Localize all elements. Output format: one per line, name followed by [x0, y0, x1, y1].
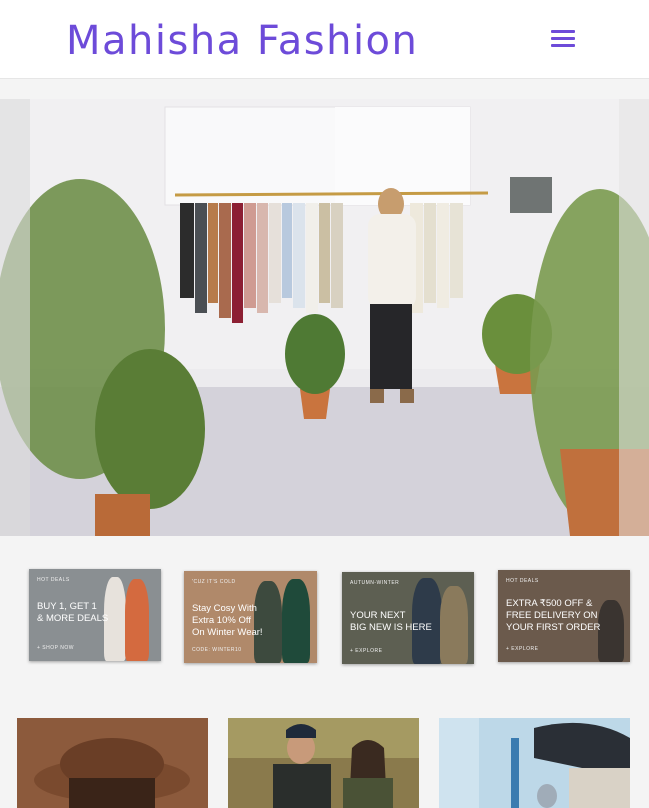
clothing-store-interior-photo: [0, 99, 649, 536]
couple-in-jackets-photo: [228, 718, 419, 808]
promo-tag: HOT DEALS: [37, 577, 70, 583]
hero-banner: [0, 99, 649, 536]
promo-line: FREE DELIVERY ON: [506, 610, 598, 621]
promo-card[interactable]: 'CUZ IT'S COLD Stay Cosy With Extra 10% …: [184, 571, 317, 663]
promo-tag: 'CUZ IT'S COLD: [192, 579, 236, 585]
promo-card[interactable]: AUTUMN-WINTER YOUR NEXT BIG NEW IS HERE …: [342, 572, 474, 664]
brand-logo[interactable]: Mahisha Fashion: [66, 18, 418, 64]
promo-line: EXTRA ₹500 OFF &: [506, 598, 593, 609]
promo-line: Extra 10% Off: [192, 615, 251, 626]
menu-bar: [551, 37, 575, 40]
hamburger-menu-icon[interactable]: [549, 26, 577, 50]
promo-cta: CODE: WINTER10: [192, 647, 242, 653]
product-card-row: [0, 718, 649, 808]
promo-cta[interactable]: + EXPLORE: [350, 648, 382, 654]
promo-cta[interactable]: + EXPLORE: [506, 646, 538, 652]
promo-line: YOUR FIRST ORDER: [506, 622, 601, 633]
menu-bar: [551, 30, 575, 33]
promo-line: On Winter Wear!: [192, 627, 263, 638]
promo-banner-row: HOT DEALS BUY 1, GET 1 & MORE DEALS + SH…: [0, 560, 649, 670]
product-card[interactable]: [228, 718, 419, 808]
promo-line: BUY 1, GET 1: [37, 601, 97, 612]
product-card[interactable]: [17, 718, 208, 808]
menu-bar: [551, 44, 575, 47]
promo-card[interactable]: HOT DEALS EXTRA ₹500 OFF & FREE DELIVERY…: [498, 570, 630, 662]
street-store-photo: [439, 718, 630, 808]
promo-tag: AUTUMN-WINTER: [350, 580, 400, 586]
model-with-hat-photo: [17, 718, 208, 808]
promo-line: YOUR NEXT: [350, 610, 406, 621]
promo-line: & MORE DEALS: [37, 613, 109, 624]
product-card[interactable]: [439, 718, 630, 808]
promo-cta[interactable]: + SHOP NOW: [37, 645, 74, 651]
site-header: Mahisha Fashion: [0, 0, 649, 79]
promo-card[interactable]: HOT DEALS BUY 1, GET 1 & MORE DEALS + SH…: [29, 569, 161, 661]
promo-line: Stay Cosy With: [192, 603, 257, 614]
promo-line: BIG NEW IS HERE: [350, 622, 432, 633]
promo-tag: HOT DEALS: [506, 578, 539, 584]
